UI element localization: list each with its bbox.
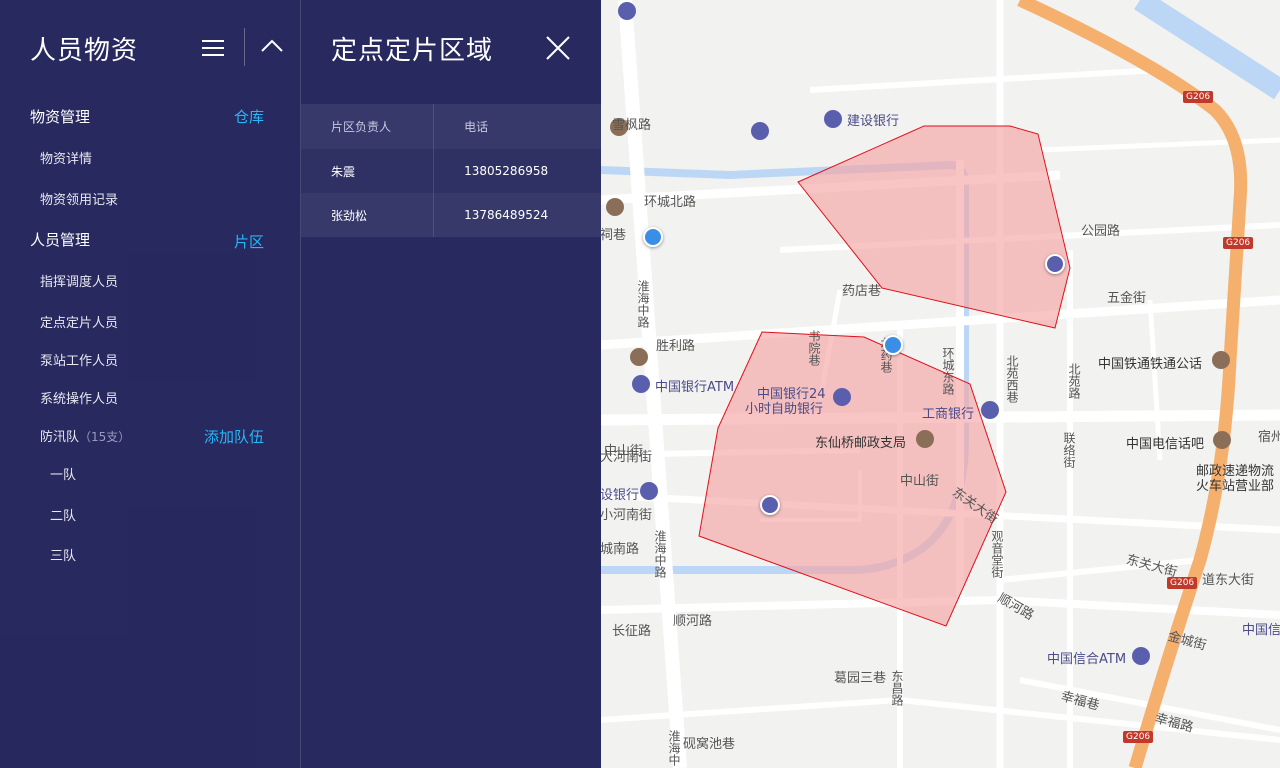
flood-team-count: （15支） — [79, 430, 131, 444]
highway-label: G206 — [1167, 577, 1198, 589]
section-title-personnel: 人员管理 — [30, 231, 91, 249]
menu-item-system-operators[interactable]: 系统操作人员 — [40, 388, 118, 407]
map-label-road: 公园路 — [1081, 224, 1121, 239]
menu-item-dispatch-staff[interactable]: 指挥调度人员 — [40, 271, 118, 290]
map-label-road: 东昌路 — [890, 670, 904, 706]
map-label-road: 雪枫路 — [612, 118, 652, 133]
manager-phone: 13786489524 — [433, 193, 601, 237]
column-header-phone: 电话 — [433, 104, 601, 149]
zone-area-panel: 定点定片区域 片区负责人 电话 朱震 13805286958 张劲松 13786… — [300, 0, 601, 768]
post-icon[interactable] — [606, 198, 624, 216]
flood-team-label: 防汛队 — [40, 430, 80, 445]
manager-name: 张劲松 — [301, 193, 435, 237]
location-pin[interactable] — [883, 335, 903, 355]
map-label-poi[interactable]: 中国信 — [1242, 619, 1280, 638]
table-row[interactable]: 张劲松 13786489524 — [301, 193, 601, 237]
menu-item-pump-staff[interactable]: 泵站工作人员 — [40, 350, 118, 369]
location-pin[interactable] — [643, 227, 663, 247]
post-icon[interactable] — [630, 348, 648, 366]
bank-icon[interactable] — [640, 482, 658, 500]
map-label-road: 淮海中 — [667, 730, 681, 766]
menu-icon[interactable] — [202, 38, 224, 58]
map-label-road: 中山街 — [900, 474, 940, 489]
map-label-poi[interactable]: 中国银行ATM — [655, 376, 734, 395]
highway-label: G206 — [1123, 731, 1154, 743]
map-label-road: 五金街 — [1107, 291, 1147, 306]
map-label-road: 药店巷 — [842, 284, 882, 299]
map-label-road: 长征路 — [612, 624, 652, 639]
map-label-road: 观音堂街 — [990, 530, 1004, 578]
menu-item-zone-staff[interactable]: 定点定片人员 — [40, 312, 118, 331]
table-header-row: 片区负责人 电话 — [301, 104, 601, 149]
map-label-road: 环城北路 — [644, 195, 697, 210]
bank-icon[interactable] — [824, 110, 842, 128]
map-label-road: 环城东路 — [941, 347, 955, 395]
column-header-manager: 片区负责人 — [301, 104, 435, 149]
map-label-poi[interactable]: 中国信合ATM — [1047, 648, 1126, 667]
team-item[interactable]: 三队 — [50, 545, 76, 564]
zone-marker-pin[interactable] — [1045, 254, 1065, 274]
map-label-bank[interactable]: 建设银行 — [847, 110, 899, 129]
zone-marker-pin[interactable] — [760, 495, 780, 515]
map-label-road: 砚窝池巷 — [683, 737, 736, 752]
panel-title: 定点定片区域 — [331, 36, 494, 66]
atm-icon[interactable] — [1132, 647, 1150, 665]
atm-icon[interactable] — [632, 375, 650, 393]
warehouse-link[interactable]: 仓库 — [234, 106, 264, 127]
map-label-road: 胜利路 — [656, 339, 696, 354]
map-label-poi[interactable]: 工商银行 — [922, 403, 974, 422]
chevron-up-icon[interactable] — [260, 34, 284, 58]
map-label-poi: 宿州 — [1258, 430, 1280, 445]
map-label-road: 小河南街 — [600, 508, 653, 523]
map-label-road: 顺河路 — [673, 614, 713, 629]
map-label-bank[interactable]: 设银行 — [600, 484, 639, 503]
team-item[interactable]: 一队 — [50, 464, 76, 483]
post-icon[interactable] — [916, 430, 934, 448]
highway-label: G206 — [1183, 91, 1214, 103]
menu-item-supply-details[interactable]: 物资详情 — [40, 148, 92, 167]
map-label-poi[interactable]: 中国铁通铁通公话 — [1098, 353, 1202, 372]
post-icon[interactable] — [1213, 431, 1231, 449]
personnel-supplies-panel: 人员物资 物资管理 仓库 物资详情 物资领用记录 人员管理 片区 指挥调度人员 … — [0, 0, 300, 768]
manager-name: 朱震 — [301, 149, 435, 193]
map-label-road: 城南路 — [600, 542, 640, 557]
header-divider — [244, 28, 245, 66]
section-title-supplies: 物资管理 — [30, 108, 91, 126]
zone-manager-table: 片区负责人 电话 朱震 13805286958 张劲松 13786489524 — [301, 104, 601, 237]
map-label-road: 淮海中路 — [636, 280, 650, 328]
map-label-poi[interactable]: 东仙桥邮政支局 — [815, 432, 906, 451]
map-label-poi[interactable]: 中国电信话吧 — [1126, 433, 1204, 452]
atm-icon[interactable] — [751, 122, 769, 140]
bank-icon[interactable] — [981, 401, 999, 419]
map-label-road: 书院巷 — [807, 330, 821, 366]
manager-phone: 13805286958 — [433, 149, 601, 193]
map-label-road: 北苑西巷 — [1005, 355, 1019, 403]
highway-label: G206 — [1223, 237, 1254, 249]
bank-icon[interactable] — [618, 2, 636, 20]
map-label-road: 道东大街 — [1202, 573, 1255, 588]
map-label-road: 联络街 — [1062, 432, 1076, 468]
map-label-road: 大河南街 — [600, 450, 653, 465]
map-label-poi[interactable]: 火车站营业部 — [1196, 475, 1274, 494]
map-label-poi[interactable]: 小时自助银行 — [745, 398, 823, 417]
map-label-poi: 祠巷 — [600, 228, 627, 243]
menu-item-flood-team[interactable]: 防汛队（15支） — [40, 426, 130, 445]
team-item[interactable]: 二队 — [50, 505, 76, 524]
add-team-link[interactable]: 添加队伍 — [204, 426, 264, 447]
table-row[interactable]: 朱震 13805286958 — [301, 149, 601, 193]
map-label-road: 葛园三巷 — [834, 671, 887, 686]
map-label-road: 淮海中路 — [653, 530, 667, 578]
menu-item-supply-records[interactable]: 物资领用记录 — [40, 189, 118, 208]
zone-link[interactable]: 片区 — [234, 231, 264, 252]
post-icon[interactable] — [1212, 351, 1230, 369]
panel-title: 人员物资 — [30, 36, 139, 66]
atm-icon[interactable] — [833, 388, 851, 406]
map-label-road: 北苑路 — [1067, 363, 1081, 399]
close-icon[interactable] — [545, 35, 571, 61]
